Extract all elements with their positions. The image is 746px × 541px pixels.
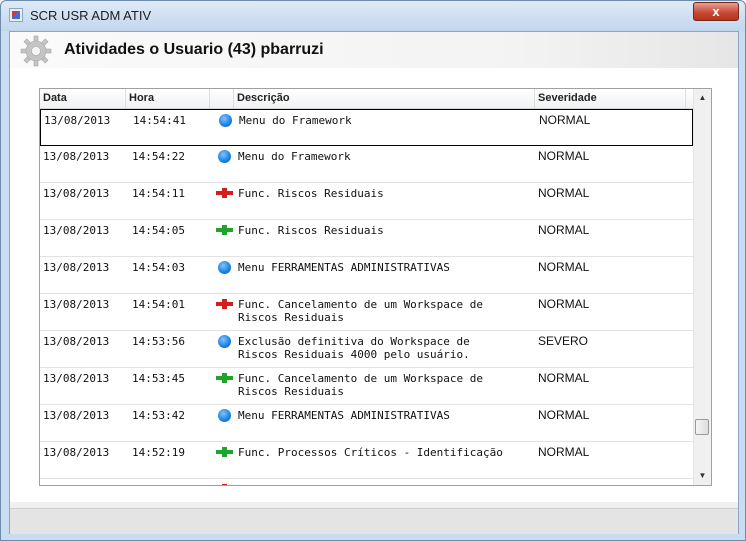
cell-description: Menu do Framework — [238, 150, 351, 163]
cell-time: 14:54:05 — [132, 224, 185, 237]
cell-date: 13/08/2013 — [43, 372, 110, 385]
page-header: Atividades o Usuario (43) pbarruzi — [10, 32, 738, 68]
cell-icon — [216, 483, 234, 485]
app-window: SCR USR ADM ATIV x Atividades o Usuario … — [0, 0, 746, 541]
cell-severity: NORMAL — [538, 186, 590, 200]
cell-date: 13/08/2013 — [43, 409, 110, 422]
cell-icon — [216, 409, 234, 423]
red-plus-icon — [216, 484, 233, 485]
cell-description: Func. Riscos Residuais — [238, 187, 384, 200]
cell-icon — [216, 298, 234, 312]
cell-date: 13/08/2013 — [43, 187, 110, 200]
scroll-up-arrow-icon[interactable]: ▲ — [694, 89, 711, 106]
column-header-descricao[interactable]: Descrição — [234, 89, 535, 108]
cell-description: Menu FERRAMENTAS ADMINISTRATIVAS — [238, 409, 450, 422]
cell-time: 14:54:03 — [132, 261, 185, 274]
cell-time: 14:54:11 — [132, 187, 185, 200]
scroll-down-arrow-icon[interactable]: ▼ — [694, 467, 711, 484]
column-header-data[interactable]: Data — [40, 89, 126, 108]
blue-circle-icon — [218, 261, 231, 274]
cell-icon — [216, 224, 234, 238]
cell-date: 13/08/2013 — [43, 224, 110, 237]
cell-severity: SEVERO — [538, 334, 589, 348]
cell-severity: NORMAL — [538, 371, 590, 385]
cell-date: 13/08/2013 — [43, 261, 110, 274]
vertical-scrollbar[interactable]: ▲ ▼ — [693, 89, 711, 485]
cell-time: 14:53:56 — [132, 335, 185, 348]
table-row[interactable]: 13/08/2013 14:54:03 Menu FERRAMENTAS ADMIN… — [40, 257, 693, 294]
cell-date: 13/08/2013 — [43, 150, 110, 163]
column-header-severidade[interactable]: Severidade — [535, 89, 686, 108]
table-row[interactable]: 13/08/2013 14:54:11 Func. Riscos Residuais… — [40, 183, 693, 220]
table-row[interactable]: 13/08/2013 14:53:56 Exclusão definitiva do… — [40, 331, 693, 368]
cell-icon — [216, 187, 234, 201]
cell-description: Func. Riscos Residuais — [238, 224, 384, 237]
cell-description: Func. Cancelamento de um Workspace de Ri… — [238, 298, 484, 324]
cell-severity: NORMAL — [538, 445, 590, 459]
content-panel: Data Hora Descrição Severidade 13/08/201… — [10, 68, 738, 502]
table-row[interactable]: 13/08/2013 14:54:41 Menu do Framework NORMA… — [40, 109, 693, 146]
red-plus-icon — [216, 299, 233, 309]
status-bar — [10, 508, 738, 534]
cell-severity: NORMAL — [538, 223, 590, 237]
client-area: Atividades o Usuario (43) pbarruzi Data … — [9, 31, 739, 534]
cell-description: Func. Cancelamento de um Workspace de Ri… — [238, 372, 484, 398]
cell-time: 14:54:01 — [132, 298, 185, 311]
table-row[interactable]: 13/08/2013 14:52:19 Func. Processos Crític… — [40, 442, 693, 479]
title-bar[interactable]: SCR USR ADM ATIV x — [1, 1, 745, 31]
cell-date: 13/08/2013 — [43, 335, 110, 348]
cell-time: 14:53:42 — [132, 409, 185, 422]
cell-icon — [216, 261, 234, 275]
table-row[interactable] — [40, 479, 693, 485]
app-icon — [9, 8, 23, 22]
blue-circle-icon — [219, 114, 232, 127]
table-row[interactable]: 13/08/2013 14:54:05 Func. Riscos Residuais… — [40, 220, 693, 257]
grid-rows: 13/08/2013 14:54:41 Menu do Framework NORMA… — [40, 109, 693, 485]
cell-date: 13/08/2013 — [43, 298, 110, 311]
cell-icon — [217, 114, 235, 128]
cell-icon — [216, 335, 234, 349]
green-plus-icon — [216, 373, 233, 383]
close-button[interactable]: x — [693, 2, 739, 21]
red-plus-icon — [216, 188, 233, 198]
cell-severity: NORMAL — [538, 149, 590, 163]
cell-severity: NORMAL — [539, 113, 591, 127]
blue-circle-icon — [218, 335, 231, 348]
table-row[interactable]: 13/08/2013 14:53:42 Menu FERRAMENTAS ADMIN… — [40, 405, 693, 442]
cell-icon — [216, 372, 234, 386]
cell-time: 14:54:22 — [132, 150, 185, 163]
scroll-thumb[interactable] — [695, 419, 709, 435]
cell-severity: NORMAL — [538, 297, 590, 311]
cell-severity: NORMAL — [538, 260, 590, 274]
table-row[interactable]: 13/08/2013 14:53:45 Func. Cancelamento de … — [40, 368, 693, 405]
grid-header: Data Hora Descrição Severidade — [40, 89, 693, 109]
green-plus-icon — [216, 225, 233, 235]
column-header-hora[interactable]: Hora — [126, 89, 210, 108]
activity-grid[interactable]: Data Hora Descrição Severidade 13/08/201… — [39, 88, 712, 486]
cell-description: Menu FERRAMENTAS ADMINISTRATIVAS — [238, 261, 450, 274]
page-title: Atividades o Usuario (43) pbarruzi — [64, 41, 324, 58]
cell-icon — [216, 446, 234, 460]
cell-time: 14:54:41 — [133, 114, 186, 127]
cell-severity: NORMAL — [538, 408, 590, 422]
gear-icon — [20, 35, 52, 67]
table-row[interactable]: 13/08/2013 14:54:01 Func. Cancelamento de … — [40, 294, 693, 331]
cell-icon — [216, 150, 234, 164]
blue-circle-icon — [218, 150, 231, 163]
table-row[interactable]: 13/08/2013 14:54:22 Menu do Framework NORMA… — [40, 146, 693, 183]
window-title: SCR USR ADM ATIV — [30, 8, 152, 23]
cell-time: 14:53:45 — [132, 372, 185, 385]
blue-circle-icon — [218, 409, 231, 422]
cell-date: 13/08/2013 — [44, 114, 111, 127]
cell-time: 14:52:19 — [132, 446, 185, 459]
cell-description: Func. Processos Críticos - Identificação — [238, 446, 503, 459]
cell-description: Exclusão definitiva do Workspace de Risc… — [238, 335, 470, 361]
column-header-icon[interactable] — [210, 89, 234, 108]
cell-description: Menu do Framework — [239, 114, 352, 127]
green-plus-icon — [216, 447, 233, 457]
cell-date: 13/08/2013 — [43, 446, 110, 459]
